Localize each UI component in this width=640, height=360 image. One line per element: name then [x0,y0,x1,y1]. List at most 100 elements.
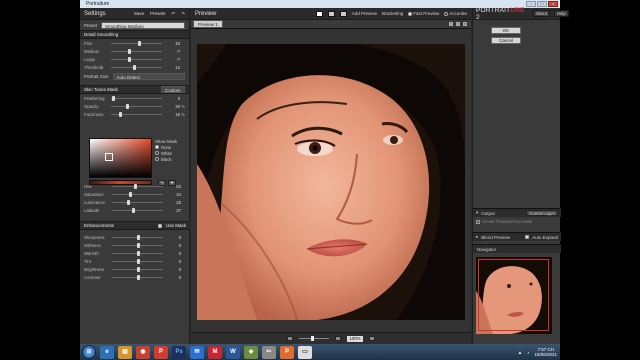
app-icon[interactable]: ◆ [244,345,258,359]
radio-white[interactable] [155,151,159,155]
cancel-button[interactable]: Cancel [491,37,521,44]
slider-value[interactable]: 0 [163,267,181,272]
maximize-icon[interactable]: □ [537,1,547,7]
color-picker-marker[interactable] [105,153,113,161]
preview-image[interactable] [197,44,465,320]
slider-luminance[interactable]: Luminance 25 [80,198,190,206]
slider-track[interactable] [111,95,163,101]
fast-preview-radio[interactable] [408,11,413,16]
about-button[interactable]: About [532,10,550,17]
slider-value[interactable]: 10 [162,41,180,46]
slider-tint[interactable]: Tint 0 [80,257,190,265]
slider-track[interactable] [111,258,164,264]
slider-knob[interactable] [136,258,140,264]
slider-value[interactable]: 0 [163,259,181,264]
slider-knob[interactable] [133,183,137,189]
volume-icon[interactable]: ♪ [527,350,529,355]
output-dropdown[interactable]: Current Layer [526,210,558,216]
tab-close-icon[interactable]: × [462,21,468,27]
slider-knob[interactable] [136,250,140,256]
slider-knob[interactable] [131,207,135,213]
slider-large[interactable]: Large -7 [80,55,189,63]
slider-value[interactable]: 25 [163,200,181,205]
tab-preview-1[interactable]: Preview 1 [193,20,223,28]
use-mask-checkbox[interactable] [157,223,162,228]
portraiture-taskbar-icon[interactable]: P [280,345,294,359]
slider-knob[interactable] [119,111,123,117]
slider-track[interactable] [111,250,164,256]
skin-mask-mode-dropdown[interactable]: Custom [161,86,185,93]
portrait-size-dropdown[interactable]: Auto Detect [112,72,185,80]
slider-knob[interactable] [112,95,116,101]
minimize-icon[interactable]: – [526,1,536,7]
create-transparency-checkbox[interactable] [476,219,480,224]
slider-track[interactable] [111,56,163,62]
slider-knob[interactable] [128,191,132,197]
slider-knob[interactable] [126,103,130,109]
fast-preview-option[interactable]: Fast Preview [408,11,439,16]
zoom-menu-icon[interactable] [369,336,375,341]
presets-button[interactable]: Presets [150,11,165,16]
undo-icon[interactable]: ↶ [171,11,175,17]
slider-value[interactable]: 0 [162,96,180,101]
mail-icon[interactable]: ✉ [190,345,204,359]
slider-knob[interactable] [136,274,140,280]
slider-sharpness[interactable]: Sharpness 0 [80,233,190,241]
tool-icon[interactable]: ✂ [262,345,276,359]
photoshop-icon[interactable]: Ps [172,345,186,359]
folder-icon[interactable]: ▤ [118,345,132,359]
slider-value[interactable]: 37 [163,208,181,213]
slider-threshold[interactable]: Threshold 12 [80,63,189,71]
media-icon[interactable]: M [208,345,222,359]
auto-expand-checkbox[interactable] [525,235,530,239]
slider-track[interactable] [111,183,164,189]
add-preview-button[interactable]: Add Preview [352,11,377,16]
slider-warmth[interactable]: Warmth 0 [80,249,190,257]
start-button[interactable]: ⊞ [82,345,96,359]
slider-knob[interactable] [136,266,140,272]
explorer-icon[interactable]: e [100,345,114,359]
slider-fine[interactable]: Fine 10 [80,39,189,47]
skin-tones-mask-header[interactable]: Skin Tones Mask Custom [80,85,189,94]
slider-track[interactable] [111,207,164,213]
slider-track[interactable] [111,199,164,205]
radio-black[interactable] [155,157,159,161]
blend-expand-icon[interactable]: ▸ [476,234,478,240]
navigator-view-rect[interactable] [478,259,549,331]
slider-softness[interactable]: Softness 0 [80,241,190,249]
zoom-in-icon[interactable] [335,336,341,341]
slider-track[interactable] [111,242,164,248]
slider-knob[interactable] [136,242,140,248]
detail-smoothing-header[interactable]: Detail Smoothing [80,30,189,39]
tab-prev-icon[interactable]: ‹ [448,21,454,27]
skin-color-picker[interactable] [89,138,152,178]
slider-value[interactable]: 63 [163,184,181,189]
slider-medium[interactable]: Medium -7 [80,47,189,55]
slider-feathering[interactable]: Feathering 0 [80,94,189,102]
slider-track[interactable] [111,111,163,117]
slider-fuzziness[interactable]: Fuzziness 16% [80,110,189,118]
slider-value[interactable]: 16 [162,112,180,117]
word-icon[interactable]: W [226,345,240,359]
zoom-value[interactable]: 100% [347,335,363,342]
tab-next-icon[interactable]: › [455,21,461,27]
slider-track[interactable] [111,266,164,272]
window-icon[interactable]: ▭ [298,345,312,359]
accurate-radio[interactable] [444,11,449,16]
save-button[interactable]: Save [134,11,144,16]
network-icon[interactable]: ▲ [518,350,522,355]
slider-value[interactable]: 30 [162,104,180,109]
slider-value[interactable]: -7 [162,57,180,62]
slider-latitude[interactable]: Latitude 37 [80,206,190,214]
slider-knob[interactable] [133,64,137,70]
split-vertical-icon[interactable] [327,10,335,17]
powerpoint-icon[interactable]: P [154,345,168,359]
fit-view-icon[interactable] [287,336,293,341]
help-button[interactable]: Help [553,10,569,17]
enhancements-header[interactable]: Enhancements Use Mask [80,221,190,230]
slider-track[interactable] [111,274,164,280]
slider-value[interactable]: 34 [163,192,181,197]
browser-icon[interactable]: ◉ [136,345,150,359]
clock[interactable]: 7:57 CH 15/06/2021 [534,347,557,357]
ok-button[interactable]: OK [491,27,521,34]
